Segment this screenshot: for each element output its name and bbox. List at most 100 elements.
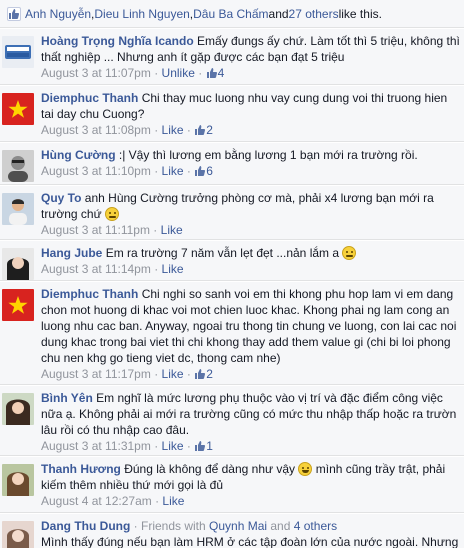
friends-prefix: · Friends with — [130, 519, 210, 533]
liker-link[interactable]: Anh Nguyễn — [25, 6, 91, 22]
liker-link[interactable]: Dieu Linh Nguyen — [94, 6, 189, 22]
avatar[interactable] — [2, 36, 34, 68]
thumb-up-icon — [195, 166, 206, 176]
dot-separator: · — [150, 262, 162, 276]
avatar[interactable] — [2, 289, 34, 321]
comment: Diemphuc Thanh Chi nghi so sanh voi em t… — [0, 282, 464, 385]
like-button[interactable]: Like — [162, 164, 184, 178]
commenter-name[interactable]: Thanh Hương — [41, 462, 121, 476]
comment-meta: August 3 at 11:08pm · Like · 2 — [41, 122, 462, 138]
thumb-up-icon — [195, 125, 206, 135]
thumb-up-icon — [195, 369, 206, 379]
comment-body: Diemphuc Thanh Chi nghi so sanh voi em t… — [41, 286, 462, 382]
unlike-button[interactable]: Unlike — [162, 66, 195, 80]
avatar[interactable] — [2, 93, 34, 125]
likes-suffix: like this. — [338, 6, 382, 21]
like-button[interactable]: Like — [161, 223, 183, 237]
comment-time[interactable]: August 3 at 11:14pm — [41, 262, 151, 276]
comment-time[interactable]: August 3 at 11:11pm — [41, 223, 150, 237]
and-text: and — [268, 6, 289, 21]
commenter-name[interactable]: Diemphuc Thanh — [41, 91, 138, 105]
like-count[interactable]: 6 — [194, 164, 213, 178]
dot-separator: · — [150, 439, 162, 453]
avatar[interactable] — [2, 248, 34, 280]
comment-body: Dang Thu Dung · Friends with Quynh Mai a… — [41, 518, 462, 548]
like-count[interactable]: 1 — [194, 439, 213, 453]
dot-separator: · — [183, 164, 195, 178]
dot-separator: · — [150, 66, 162, 80]
likes-summary: Anh Nguyễn, Dieu Linh Nguyen, Dâu Ba Chấ… — [0, 0, 464, 28]
comment-meta: August 4 at 12:27am · Like — [41, 493, 462, 509]
comment-text: Em ra trường 7 năm vẫn lẹt đẹt ...nản lắ… — [105, 246, 340, 260]
comment-time[interactable]: August 4 at 12:27am — [41, 494, 152, 508]
comment-body: Bình Yên Em nghĩ là mức lương phụ thuộc … — [41, 390, 462, 454]
dot-separator: · — [149, 223, 161, 237]
comment-meta: August 3 at 11:10pm · Like · 6 — [41, 163, 462, 179]
comment-body: Quy To anh Hùng Cường trưởng phòng cơ mà… — [41, 190, 462, 238]
thumb-up-icon — [206, 68, 217, 78]
like-button[interactable]: Like — [162, 262, 184, 276]
like-count-value: 2 — [206, 367, 213, 381]
like-count[interactable]: 2 — [194, 367, 213, 381]
comment-meta: August 3 at 11:17pm · Like · 2 — [41, 366, 462, 382]
comment: Quy To anh Hùng Cường trưởng phòng cơ mà… — [0, 186, 464, 240]
comment-body: Hoàng Trọng Nghĩa Icando Emấy đungs ấy c… — [41, 33, 462, 81]
dot-separator: · — [150, 123, 162, 137]
dot-separator: · — [194, 66, 206, 80]
like-count-value: 6 — [206, 164, 213, 178]
comment-text: Đúng là không để dàng như vậy — [124, 462, 296, 476]
like-count-value: 1 — [206, 439, 213, 453]
comment-text: anh Hùng Cường trưởng phòng cơ mà, phải … — [41, 191, 434, 221]
avatar[interactable] — [2, 521, 34, 548]
avatar[interactable] — [2, 464, 34, 496]
liker-link[interactable]: Dâu Ba Chấm — [193, 6, 268, 22]
comment-text: Em nghĩ là mức lương phụ thuộc vào vị tr… — [41, 391, 457, 437]
like-count[interactable]: 2 — [194, 123, 213, 137]
like-button[interactable]: Like — [162, 367, 184, 381]
commenter-name[interactable]: Hoàng Trọng Nghĩa Icando — [41, 34, 194, 48]
like-count-value: 4 — [217, 66, 225, 80]
dot-separator: · — [151, 494, 163, 508]
comment-time[interactable]: August 3 at 11:10pm — [41, 164, 151, 178]
comment-text: :| Vậy thì lương em bằng lương 1 bạn mới… — [118, 148, 418, 162]
friends-others-link[interactable]: 4 others — [294, 519, 337, 533]
comment-meta: August 3 at 11:31pm · Like · 1 — [41, 438, 462, 454]
comment-meta: August 3 at 11:07pm · Unlike · 4 — [41, 65, 462, 81]
dot-separator: · — [183, 123, 195, 137]
like-button[interactable]: Like — [162, 494, 184, 508]
comment-body: Hang Jube Em ra trường 7 năm vẫn lẹt đẹt… — [41, 245, 462, 277]
mutual-friends: · Friends with Quynh Mai and 4 others — [130, 519, 337, 533]
friends-and: and — [267, 519, 294, 533]
dot-separator: · — [183, 367, 195, 381]
others-link[interactable]: 27 others — [289, 6, 339, 22]
commenter-name[interactable]: Dang Thu Dung — [41, 519, 130, 533]
commenter-name[interactable]: Hùng Cường — [41, 148, 116, 162]
commenter-name[interactable]: Hang Jube — [41, 246, 102, 260]
friend-link[interactable]: Quynh Mai — [209, 519, 267, 533]
commenter-name[interactable]: Diemphuc Thanh — [41, 287, 138, 301]
neutral-face-emoji-icon — [342, 246, 357, 260]
like-count-value: 2 — [206, 123, 213, 137]
commenter-name[interactable]: Bình Yên — [41, 391, 93, 405]
comment-body: Diemphuc Thanh Chi thay muc luong nhu va… — [41, 90, 462, 138]
like-button[interactable]: Like — [162, 439, 184, 453]
like-thumb-icon — [7, 6, 21, 21]
comment-text: Mình thấy đúng nếu bạn làm HRM ở các tập… — [41, 535, 459, 548]
comment-meta: August 3 at 11:14pm · Like — [41, 261, 462, 277]
comment-meta: August 3 at 11:11pm · Like — [41, 222, 462, 238]
comment-time[interactable]: August 3 at 11:07pm — [41, 66, 151, 80]
grimace-emoji-icon — [298, 462, 313, 476]
comment: Bình Yên Em nghĩ là mức lương phụ thuộc … — [0, 386, 464, 456]
avatar[interactable] — [2, 393, 34, 425]
avatar[interactable] — [2, 150, 34, 182]
like-count[interactable]: 4 — [206, 66, 225, 80]
like-button[interactable]: Like — [162, 123, 184, 137]
commenter-name[interactable]: Quy To — [41, 191, 81, 205]
comment-body: Thanh Hương Đúng là không để dàng như vậ… — [41, 461, 462, 509]
comment-time[interactable]: August 3 at 11:08pm — [41, 123, 151, 137]
comment-time[interactable]: August 3 at 11:17pm — [41, 367, 151, 381]
comment-body: Hùng Cường :| Vậy thì lương em bằng lươn… — [41, 147, 462, 179]
comment: Hang Jube Em ra trường 7 năm vẫn lẹt đẹt… — [0, 241, 464, 281]
avatar[interactable] — [2, 193, 34, 225]
comment-time[interactable]: August 3 at 11:31pm — [41, 439, 151, 453]
